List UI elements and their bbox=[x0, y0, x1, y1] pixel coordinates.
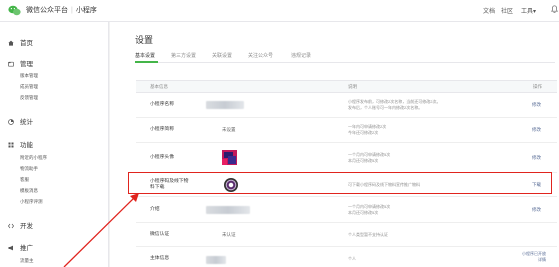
sidebar-item-review[interactable]: 小程序评测 bbox=[20, 199, 43, 205]
table-header: 基本信息 说明 操作 bbox=[136, 80, 557, 93]
notification-bell-icon[interactable] bbox=[551, 5, 558, 13]
redacted-value bbox=[206, 256, 226, 264]
sidebar-section-features[interactable]: 功能 bbox=[8, 139, 33, 149]
row-label: 小程序头像 bbox=[150, 155, 174, 160]
row-desc-line: 个人 bbox=[348, 256, 356, 261]
subject-details-link[interactable]: 详情 bbox=[522, 257, 546, 263]
home-icon bbox=[8, 40, 14, 46]
sidebar-item-logistics[interactable]: 物流助手 bbox=[20, 166, 38, 172]
sidebar: 首页 管理 版本管理 成员管理 反馈管理 统计 功能 附近的小程序 物流助手 客… bbox=[0, 22, 109, 267]
subject-op[interactable]: 小程序已开放 详情 bbox=[522, 251, 546, 263]
row-label: 主体信息 bbox=[150, 256, 170, 261]
row-desc: 小程序发布前，可修改2次名称，当前还可修改2次。 发布后，个人账号可一年内修改2… bbox=[348, 99, 440, 111]
nav-community[interactable]: 社区 bbox=[501, 6, 513, 15]
sidebar-section-dev[interactable]: 开发 bbox=[8, 220, 33, 230]
sidebar-dev-label: 开发 bbox=[20, 223, 33, 230]
header-op: 操作 bbox=[533, 84, 542, 89]
row-value: 未设置 bbox=[222, 127, 236, 132]
tab-association[interactable]: 关联设置 bbox=[212, 52, 232, 59]
app-avatar bbox=[222, 150, 237, 165]
table-row: 小程序名称 小程序发布前，可修改2次名称，当前还可修改2次。 发布后，个人账号可… bbox=[136, 93, 557, 118]
sidebar-home-label: 首页 bbox=[20, 40, 33, 47]
tab-basic[interactable]: 基本设置 bbox=[135, 52, 155, 59]
row-desc: 个人类型暂不支持认证 bbox=[348, 232, 388, 238]
edit-name-link[interactable]: 修改 bbox=[532, 102, 541, 108]
row-desc: 一个月内可申请修改5次 本月还可修改5次 bbox=[348, 204, 390, 216]
sidebar-item-members[interactable]: 成员管理 bbox=[20, 84, 38, 90]
row-desc-line: 个人类型暂不支持认证 bbox=[348, 232, 388, 237]
row-label: 微信认证 bbox=[150, 232, 170, 237]
nav-tools[interactable]: 工具▾ bbox=[521, 6, 536, 15]
table-row: 主体信息 个人 小程序已开放 详情 bbox=[136, 247, 557, 267]
edit-avatar-link[interactable]: 修改 bbox=[532, 155, 541, 161]
folder-icon bbox=[8, 61, 14, 67]
sidebar-stats-label: 统计 bbox=[20, 119, 33, 126]
brand-separator: | bbox=[71, 7, 73, 14]
annotation-highlight-box bbox=[128, 172, 552, 194]
row-desc-line: 本月还可修改5次 bbox=[348, 210, 379, 215]
tab-third-party[interactable]: 第三方设置 bbox=[171, 52, 196, 59]
sidebar-item-home[interactable]: 首页 bbox=[8, 37, 33, 47]
sidebar-item-template[interactable]: 模板消息 bbox=[20, 188, 38, 194]
row-desc: 一个月内可申请修改5次 本月还可修改5次 bbox=[348, 152, 390, 164]
page-title: 设置 bbox=[135, 35, 154, 45]
tab-follow-account[interactable]: 关注公众号 bbox=[248, 52, 273, 59]
sidebar-manage-label: 管理 bbox=[20, 61, 33, 68]
row-label: 小程序名称 bbox=[150, 102, 174, 107]
top-bar: 微信公众平台 | 小程序 文档 社区 工具▾ bbox=[0, 0, 559, 22]
table-row: 小程序简称 未设置 一年内可申请修改2次 今年还可修改2次 修改 bbox=[136, 118, 557, 143]
nav-docs[interactable]: 文档 bbox=[483, 6, 495, 15]
header-basic-info: 基本信息 bbox=[150, 84, 168, 89]
code-icon bbox=[8, 223, 14, 229]
sidebar-section-stats[interactable]: 统计 bbox=[8, 116, 33, 126]
row-desc-line: 发布后，个人账号可一年内修改2次名称。 bbox=[348, 105, 423, 110]
row-desc: 个人 bbox=[348, 256, 356, 262]
platform-name: 微信公众平台 bbox=[26, 7, 68, 14]
sidebar-item-traffic[interactable]: 流量主 bbox=[20, 258, 34, 264]
sidebar-item-version[interactable]: 版本管理 bbox=[20, 73, 38, 79]
main-panel: 设置 基本设置 第三方设置 关联设置 关注公众号 违规记录 基本信息 说明 操作… bbox=[110, 22, 559, 267]
table-row: 小程序头像 一个月内可申请修改5次 本月还可修改5次 修改 bbox=[136, 143, 557, 173]
section-name: 小程序 bbox=[75, 7, 97, 14]
header-desc: 说明 bbox=[348, 84, 357, 89]
row-desc-line: 本月还可修改5次 bbox=[348, 158, 379, 163]
sidebar-features-label: 功能 bbox=[20, 142, 33, 149]
edit-intro-link[interactable]: 修改 bbox=[532, 207, 541, 213]
redacted-value bbox=[206, 101, 244, 109]
row-desc-line: 今年还可修改2次 bbox=[348, 130, 379, 135]
row-value: 未认证 bbox=[222, 232, 236, 237]
row-label: 介绍 bbox=[150, 207, 160, 212]
brand-title[interactable]: 微信公众平台 | 小程序 bbox=[26, 5, 97, 15]
grid-icon bbox=[8, 142, 14, 148]
sidebar-promo-label: 推广 bbox=[20, 245, 33, 252]
tab-violations[interactable]: 违规记录 bbox=[291, 52, 311, 59]
row-desc: 一年内可申请修改2次 今年还可修改2次 bbox=[348, 124, 386, 136]
sidebar-item-service[interactable]: 客服 bbox=[20, 177, 29, 183]
wechat-logo-icon bbox=[8, 5, 21, 16]
table-row: 介绍 一个月内可申请修改5次 本月还可修改5次 修改 bbox=[136, 197, 557, 223]
active-tab-indicator bbox=[135, 61, 158, 63]
edit-short-name-link[interactable]: 修改 bbox=[532, 127, 541, 133]
chevron-down-icon: ▾ bbox=[533, 9, 537, 15]
sidebar-section-manage[interactable]: 管理 bbox=[8, 58, 33, 68]
stats-icon bbox=[8, 119, 14, 125]
megaphone-icon bbox=[8, 245, 13, 251]
sidebar-item-nearby[interactable]: 附近的小程序 bbox=[20, 155, 47, 161]
row-label: 小程序简称 bbox=[150, 127, 174, 132]
table-row: 微信认证 未认证 个人类型暂不支持认证 bbox=[136, 223, 557, 247]
settings-tabs: 基本设置 第三方设置 关联设置 关注公众号 违规记录 bbox=[135, 51, 555, 63]
sidebar-section-promo[interactable]: 推广 bbox=[8, 242, 33, 252]
sidebar-item-feedback[interactable]: 反馈管理 bbox=[20, 95, 38, 101]
nav-tools-label: 工具 bbox=[521, 9, 534, 15]
redacted-value bbox=[206, 206, 250, 214]
